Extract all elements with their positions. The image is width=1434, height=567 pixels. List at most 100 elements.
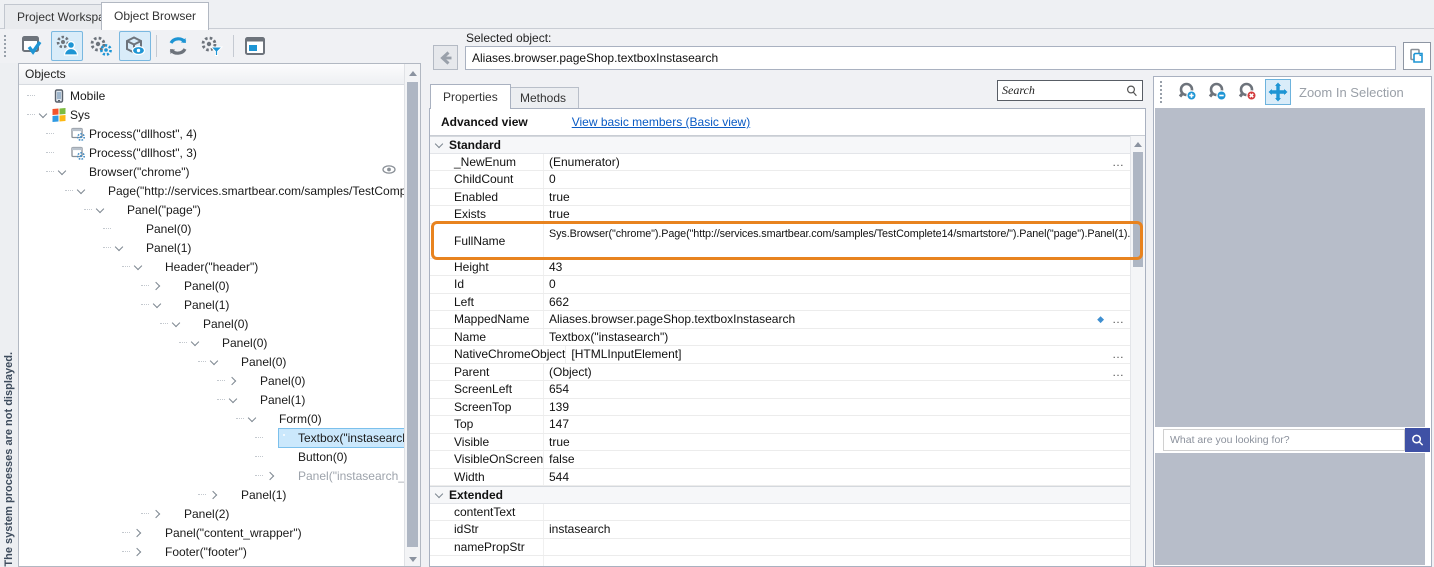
tree-item[interactable]: Header("header") xyxy=(19,257,405,276)
property-section-header[interactable]: Standard xyxy=(430,136,1131,154)
diamond-icon[interactable]: ◆ xyxy=(1097,314,1104,325)
tree-item-content[interactable]: Panel(0) xyxy=(183,314,252,334)
tree-item[interactable]: Form(0) xyxy=(19,409,405,428)
tree-item[interactable]: Panel(1) xyxy=(19,485,405,504)
scroll-up-icon[interactable] xyxy=(1131,138,1145,150)
property-row[interactable]: Enabled true xyxy=(430,189,1131,207)
tree-item-content[interactable]: Panel(1) xyxy=(126,238,195,258)
tree-scrollbar[interactable] xyxy=(404,64,420,566)
property-section-header[interactable]: Extended xyxy=(430,486,1131,504)
tree-item-content[interactable]: Header("header") xyxy=(145,257,262,277)
property-row[interactable]: ScreenLeft 654 xyxy=(430,381,1131,399)
refresh-icon[interactable] xyxy=(162,31,194,61)
tree-item[interactable]: Page("http://services.smartbear.com/samp… xyxy=(19,181,405,200)
tree-item[interactable]: Browser("chrome") xyxy=(19,162,405,181)
basic-view-link[interactable]: View basic members (Basic view) xyxy=(572,115,751,129)
tree-item-content[interactable]: Panel(1) xyxy=(164,295,233,315)
chevron-down-icon[interactable] xyxy=(246,413,257,424)
property-row[interactable]: idStr instasearch xyxy=(430,521,1131,539)
preview-search-button[interactable] xyxy=(1405,428,1430,452)
back-button[interactable] xyxy=(433,45,458,70)
property-row[interactable]: NativeChromeObject [HTMLInputElement] … xyxy=(430,346,1131,364)
tree-item-content[interactable]: Page("http://services.smartbear.com/samp… xyxy=(88,181,405,201)
tree-item[interactable]: Process("dllhost", 3) xyxy=(19,143,405,162)
property-row[interactable]: Height 43 xyxy=(430,259,1131,277)
ellipsis-button[interactable]: … xyxy=(1112,347,1125,361)
property-row[interactable]: VisibleOnScreen false xyxy=(430,451,1131,469)
properties-scrollbar[interactable] xyxy=(1130,136,1145,566)
tree-item-content[interactable]: Panel("content_wrapper") xyxy=(145,523,306,543)
tree-item-content[interactable]: Panel("page") xyxy=(107,200,205,220)
tree-item[interactable]: Panel("instasearch_drop" xyxy=(19,466,405,485)
tree-item[interactable]: Button(0) xyxy=(19,447,405,466)
toolbar-grip[interactable] xyxy=(4,35,11,57)
scroll-up-icon[interactable] xyxy=(405,66,420,80)
chevron-down-icon[interactable] xyxy=(151,299,162,310)
chevron-down-icon[interactable] xyxy=(435,490,443,498)
tree-item-content[interactable]: Panel("instasearch_drop" xyxy=(278,466,405,486)
gears-person-icon[interactable] xyxy=(51,31,83,61)
property-row[interactable]: ScreenTop 139 xyxy=(430,399,1131,417)
tree-item[interactable]: Panel(1) xyxy=(19,238,405,257)
zoom-cancel-icon[interactable] xyxy=(1235,79,1261,105)
toolbar-grip[interactable] xyxy=(1160,81,1167,103)
chevron-down-icon[interactable] xyxy=(189,337,200,348)
tree-item[interactable]: Footer("footer") xyxy=(19,542,405,561)
chevron-down-icon[interactable] xyxy=(56,166,67,177)
properties-scrollbar-thumb[interactable] xyxy=(1133,152,1143,267)
property-row[interactable]: FullName Sys.Browser("chrome").Page("htt… xyxy=(430,224,1131,259)
chevron-right-icon[interactable] xyxy=(208,489,219,500)
tree-item-content[interactable]: Form(0) xyxy=(259,409,326,429)
tree-item[interactable]: Panel(0) xyxy=(19,219,405,238)
ellipsis-button[interactable]: … xyxy=(1112,155,1125,169)
chevron-down-icon[interactable] xyxy=(113,242,124,253)
chevron-down-icon[interactable] xyxy=(132,261,143,272)
tree-item[interactable]: Textbox("instasearch") xyxy=(19,428,405,447)
tree-item-content[interactable]: Process("dllhost", 3) xyxy=(69,143,201,163)
property-row[interactable]: Width 544 xyxy=(430,469,1131,487)
tree-item[interactable]: Panel(2) xyxy=(19,504,405,523)
scroll-down-icon[interactable] xyxy=(405,552,420,566)
tree-item[interactable] xyxy=(19,561,405,566)
properties-search-input[interactable] xyxy=(998,83,1125,98)
property-row[interactable]: MappedName Aliases.browser.pageShop.text… xyxy=(430,311,1131,329)
chevron-right-icon[interactable] xyxy=(151,280,162,291)
tree-item-content[interactable]: Browser("chrome") xyxy=(69,162,194,182)
tree-item-content[interactable]: Button(0) xyxy=(278,447,351,467)
property-row[interactable]: contentText xyxy=(430,504,1131,522)
chevron-right-icon[interactable] xyxy=(132,546,143,557)
tree-item-content[interactable] xyxy=(126,561,150,567)
tree-item[interactable]: Panel(1) xyxy=(19,295,405,314)
chevron-down-icon[interactable] xyxy=(227,394,238,405)
property-row[interactable]: namePropStr xyxy=(430,539,1131,557)
chevron-down-icon[interactable] xyxy=(37,109,48,120)
tree-item[interactable]: Panel(0) xyxy=(19,276,405,295)
tree-item-content[interactable]: Footer("footer") xyxy=(145,542,251,562)
preview-search-input[interactable] xyxy=(1163,429,1405,451)
tree-item-content[interactable]: Panel(1) xyxy=(240,390,309,410)
property-row[interactable] xyxy=(430,556,1131,566)
tree-item-content[interactable]: Panel(0) xyxy=(126,219,195,239)
zoom-out-icon[interactable] xyxy=(1205,79,1231,105)
copy-button[interactable] xyxy=(1403,42,1431,70)
tab-methods[interactable]: Methods xyxy=(507,87,579,109)
ellipsis-button[interactable]: … xyxy=(1112,365,1125,379)
fit-selection-icon[interactable] xyxy=(1265,79,1291,105)
property-row[interactable]: Left 662 xyxy=(430,294,1131,312)
chevron-right-icon[interactable] xyxy=(151,508,162,519)
chevron-right-icon[interactable] xyxy=(265,470,276,481)
zoom-in-icon[interactable] xyxy=(1175,79,1201,105)
tree-scrollbar-thumb[interactable] xyxy=(407,82,418,547)
eye-icon[interactable] xyxy=(382,164,396,178)
chevron-down-icon[interactable] xyxy=(75,185,86,196)
object-tree[interactable]: Mobile Sys Process("dllhost", 4) Process… xyxy=(19,86,405,566)
property-row[interactable]: ChildCount 0 xyxy=(430,171,1131,189)
chevron-down-icon[interactable] xyxy=(435,140,443,148)
tree-item[interactable]: Panel("content_wrapper") xyxy=(19,523,405,542)
tree-item-content[interactable]: Sys xyxy=(50,105,94,125)
tree-item[interactable]: Panel(1) xyxy=(19,390,405,409)
gear-filter-icon[interactable] xyxy=(196,31,228,61)
ellipsis-button[interactable]: … xyxy=(1112,312,1125,326)
tree-item[interactable]: Process("dllhost", 4) xyxy=(19,124,405,143)
property-row[interactable]: _NewEnum (Enumerator) … xyxy=(430,154,1131,172)
